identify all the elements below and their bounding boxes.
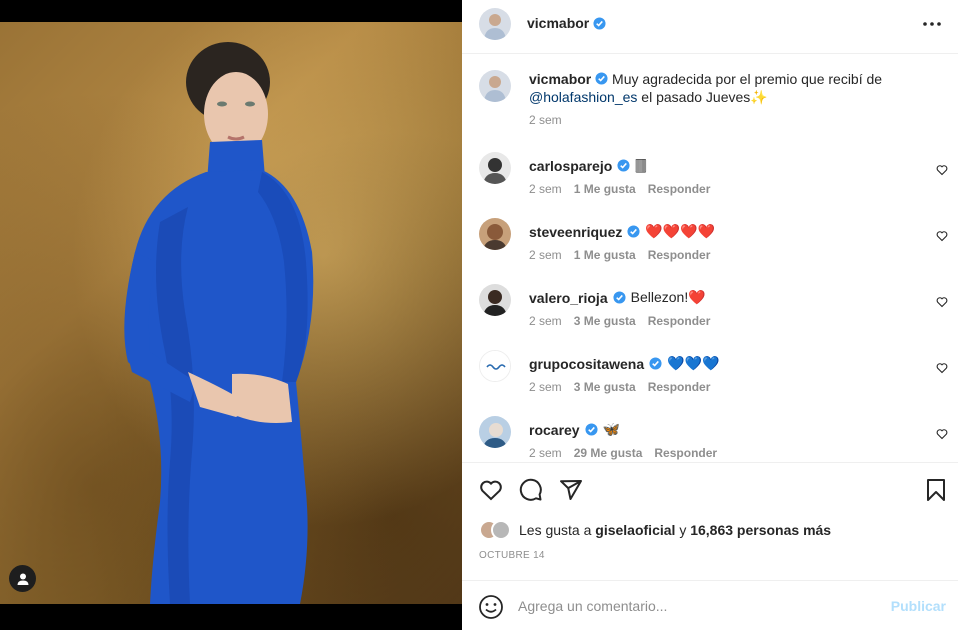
share-paper-plane-icon[interactable]: [558, 477, 584, 503]
comment-time[interactable]: 2 sem: [529, 248, 562, 262]
caption-avatar[interactable]: [479, 70, 511, 102]
comment-like-heart-icon[interactable]: [936, 164, 948, 176]
comment-line: rocarey 🦋: [529, 421, 620, 438]
verified-badge-icon: [613, 291, 626, 304]
comment-time[interactable]: 2 sem: [529, 182, 562, 196]
comment-text: Bellezon!: [630, 289, 689, 305]
reply-button[interactable]: Responder: [648, 314, 711, 328]
post-photo[interactable]: [0, 22, 462, 604]
emoji-picker-icon[interactable]: [478, 594, 504, 620]
liker-username[interactable]: giselaoficial: [595, 522, 675, 538]
comment-emoji: ❤️: [688, 289, 706, 305]
comment-line: valero_rioja Bellezon!❤️: [529, 289, 706, 306]
reply-button[interactable]: Responder: [648, 248, 711, 262]
likes-count[interactable]: 16,863 personas más: [690, 522, 831, 538]
likes-summary: Les gusta a giselaoficial y 16,863 perso…: [479, 520, 831, 540]
comment-like-heart-icon[interactable]: [936, 296, 948, 308]
verified-badge-icon: [585, 423, 598, 436]
comment-username[interactable]: grupocositawena: [529, 356, 644, 372]
verified-badge-icon: [595, 72, 608, 85]
comment-avatar[interactable]: [479, 416, 511, 448]
comment-bubble-icon[interactable]: [518, 477, 544, 503]
comment-avatar[interactable]: [479, 350, 511, 382]
comment-username[interactable]: steveenriquez: [529, 224, 622, 240]
post-header: vicmabor: [462, 0, 958, 54]
comment-meta: 2 sem 1 Me gusta Responder: [529, 248, 710, 262]
add-comment-bar: Publicar: [462, 580, 958, 630]
caption-text: vicmabor Muy agradecida por el premio qu…: [529, 70, 949, 106]
caption-timestamp[interactable]: 2 sem: [529, 113, 562, 127]
reply-button[interactable]: Responder: [648, 380, 711, 394]
comment-meta: 2 sem 1 Me gusta Responder: [529, 182, 710, 196]
save-bookmark-icon[interactable]: [923, 477, 949, 503]
portrait-illustration: [124, 42, 314, 604]
caption-mention-link[interactable]: @holafashion_es: [529, 89, 637, 105]
author-username[interactable]: vicmabor: [527, 15, 589, 31]
like-heart-icon[interactable]: [478, 477, 504, 503]
comment-item: valero_rioja Bellezon!❤️ 2 sem 3 Me gust…: [462, 284, 958, 344]
comment-likes[interactable]: 3 Me gusta: [574, 314, 636, 328]
comment-time[interactable]: 2 sem: [529, 314, 562, 328]
post-media: [0, 0, 462, 630]
comment-line: steveenriquez ❤️❤️❤️❤️: [529, 223, 715, 240]
verified-badge-icon: [627, 225, 640, 238]
sparkles-emoji: ✨: [750, 89, 768, 105]
comment-line: grupocositawena 💙💙💙: [529, 355, 719, 372]
comment-username[interactable]: carlosparejo: [529, 158, 612, 174]
comment-username[interactable]: valero_rioja: [529, 290, 608, 306]
post-dialog: vicmabor vicmabor Muy agradecida por el …: [0, 0, 958, 630]
likes-conj: y: [679, 522, 687, 538]
reply-button[interactable]: Responder: [654, 446, 717, 460]
comment-emoji: 🀫: [635, 157, 647, 173]
more-options-icon[interactable]: [920, 14, 944, 34]
comment-item: rocarey 🦋 2 sem 29 Me gusta Responder: [462, 416, 958, 461]
verified-badge-icon: [649, 357, 662, 370]
comment-likes[interactable]: 29 Me gusta: [574, 446, 643, 460]
comment-item: carlosparejo 🀫 2 sem 1 Me gusta Responde…: [462, 152, 958, 212]
comment-likes[interactable]: 1 Me gusta: [574, 182, 636, 196]
comment-likes[interactable]: 3 Me gusta: [574, 380, 636, 394]
author-username-row: vicmabor: [527, 15, 606, 31]
comment-avatar[interactable]: [479, 284, 511, 316]
post-actions: Les gusta a giselaoficial y 16,863 perso…: [462, 462, 958, 580]
comment-line: carlosparejo 🀫: [529, 157, 646, 174]
comment-time[interactable]: 2 sem: [529, 380, 562, 394]
publish-button[interactable]: Publicar: [891, 598, 946, 614]
caption-end: el pasado Jueves: [641, 89, 751, 105]
comment-likes[interactable]: 1 Me gusta: [574, 248, 636, 262]
comment-avatar[interactable]: [479, 152, 511, 184]
likes-text: Les gusta a giselaoficial y 16,863 perso…: [519, 522, 831, 538]
post-side-panel: vicmabor vicmabor Muy agradecida por el …: [462, 0, 958, 630]
comment-emoji: 💙💙💙: [667, 355, 720, 371]
comment-item: grupocositawena 💙💙💙 2 sem 3 Me gusta Res…: [462, 350, 958, 410]
comment-time[interactable]: 2 sem: [529, 446, 562, 460]
comment-emoji: ❤️❤️❤️❤️: [645, 223, 716, 239]
comment-meta: 2 sem 3 Me gusta Responder: [529, 380, 710, 394]
verified-badge-icon: [617, 159, 630, 172]
tagged-users-button[interactable]: [9, 565, 36, 592]
liker-avatars[interactable]: [479, 520, 515, 540]
caption-username[interactable]: vicmabor: [529, 71, 591, 87]
reply-button[interactable]: Responder: [648, 182, 711, 196]
likes-prefix: Les gusta a: [519, 522, 592, 538]
comment-input[interactable]: [518, 591, 878, 621]
verified-badge-icon: [593, 16, 606, 30]
comment-item: steveenriquez ❤️❤️❤️❤️ 2 sem 1 Me gusta …: [462, 218, 958, 278]
comment-meta: 2 sem 29 Me gusta Responder: [529, 446, 717, 460]
caption-body: Muy agradecida por el premio que recibí …: [612, 71, 883, 87]
comment-avatar[interactable]: [479, 218, 511, 250]
comment-like-heart-icon[interactable]: [936, 362, 948, 374]
user-icon: [17, 573, 28, 585]
comment-like-heart-icon[interactable]: [936, 230, 948, 242]
author-avatar[interactable]: [479, 8, 511, 40]
comment-emoji: 🦋: [602, 421, 621, 437]
comment-like-heart-icon[interactable]: [936, 428, 948, 440]
comment-username[interactable]: rocarey: [529, 422, 580, 438]
post-date[interactable]: OCTUBRE 14: [479, 550, 545, 561]
comment-meta: 2 sem 3 Me gusta Responder: [529, 314, 710, 328]
comments-list[interactable]: vicmabor Muy agradecida por el premio qu…: [462, 55, 958, 461]
